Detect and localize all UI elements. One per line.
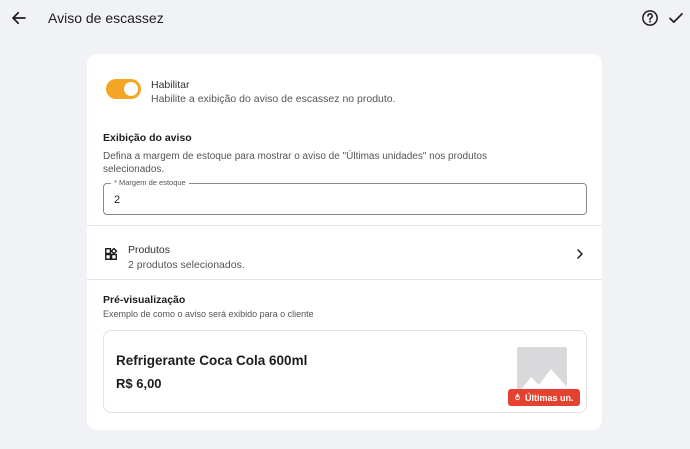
scarcity-badge-label: Últimas un. <box>525 392 574 403</box>
enable-description: Habilite a exibição do aviso de escassez… <box>151 93 396 105</box>
arrow-left-icon[interactable] <box>10 9 28 27</box>
stock-margin-value[interactable]: 2 <box>114 194 120 206</box>
preview-description: Exemplo de como o aviso será exibido par… <box>103 309 314 319</box>
settings-card: Habilitar Habilite a exibição do aviso d… <box>87 54 602 430</box>
divider <box>87 279 602 280</box>
fire-icon <box>515 393 520 401</box>
enable-label: Habilitar <box>151 79 190 91</box>
stock-margin-label: * Margem de estoque <box>111 178 189 187</box>
products-row[interactable]: Produtos 2 produtos selecionados. <box>87 225 602 279</box>
display-description-line2: selecionados. <box>103 164 165 175</box>
category-grid-icon <box>105 247 118 260</box>
preview-product-name: Refrigerante Coca Cola 600ml <box>116 353 308 368</box>
top-bar: Aviso de escassez <box>0 0 690 36</box>
display-description-line1: Defina a margem de estoque para mostrar … <box>103 151 487 162</box>
display-section-title: Exibição do aviso <box>103 132 192 144</box>
products-label: Produtos <box>128 244 171 256</box>
stock-margin-field[interactable]: * Margem de estoque 2 <box>103 178 587 215</box>
chevron-right-icon <box>577 249 583 259</box>
scarcity-badge: Últimas un. <box>508 389 580 406</box>
help-circle-icon[interactable] <box>641 9 659 27</box>
image-placeholder-icon <box>517 347 567 395</box>
product-preview-card: Refrigerante Coca Cola 600ml R$ 6,00 Últ… <box>103 330 587 413</box>
page-title: Aviso de escassez <box>48 10 164 26</box>
enable-toggle[interactable] <box>106 79 141 99</box>
preview-product-price: R$ 6,00 <box>116 376 162 391</box>
check-icon[interactable] <box>667 9 685 27</box>
toggle-knob <box>124 82 138 96</box>
products-subtitle: 2 produtos selecionados. <box>128 259 245 271</box>
preview-section-title: Pré-visualização <box>103 294 186 306</box>
